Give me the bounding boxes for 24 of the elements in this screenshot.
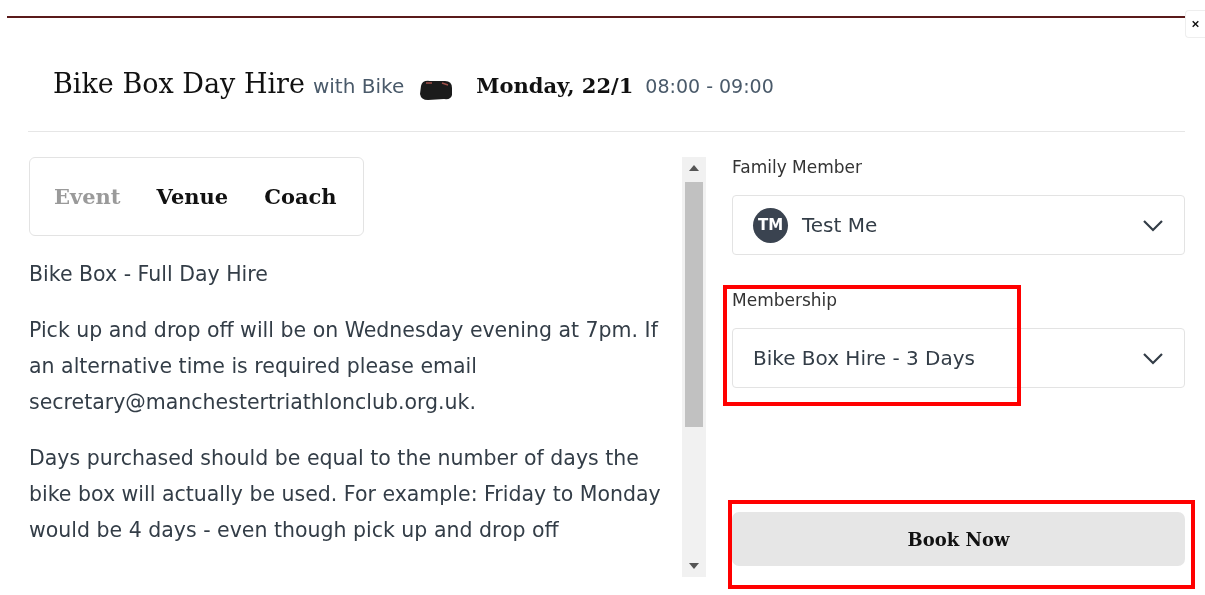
event-date: Monday, 22/1 xyxy=(476,73,634,98)
bag-icon xyxy=(418,78,455,102)
field-label: Family Member xyxy=(732,157,864,177)
close-icon xyxy=(1192,19,1199,29)
avatar-initials: TM xyxy=(753,207,788,243)
tab[interactable]: Coach xyxy=(264,184,337,209)
description-paragraph: Days purchased should be equal to the number of days the bike box will actually be used. For example: Friday to Monday would be 4 days - even though pick up and drop off xyxy=(29,445,661,544)
field-label: Membership xyxy=(732,290,839,310)
tab[interactable]: Venue xyxy=(156,184,229,209)
membership-select[interactable]: Bike Box Hire - 3 Days xyxy=(732,328,1185,388)
scroll-down-icon[interactable] xyxy=(689,563,699,569)
family-member-select[interactable]: TM Test Me xyxy=(732,195,1185,255)
chevron-down-icon xyxy=(1142,351,1164,365)
description-paragraph: Bike Box - Full Day Hire xyxy=(29,261,269,288)
close-button[interactable] xyxy=(1185,10,1205,38)
event-time: 08:00 - 09:00 xyxy=(645,75,774,97)
scroll-thumb[interactable] xyxy=(685,182,703,427)
chevron-down-icon xyxy=(1142,218,1164,232)
with-label: with Bike xyxy=(312,74,405,98)
scrollbar[interactable] xyxy=(682,157,706,577)
description-paragraph: Pick up and drop off will be on Wednesday evening at 7pm. If an alternative time is required please email secretary@manchestertriathlonclub.org.uk. xyxy=(29,317,660,416)
event-title: Bike Box Day Hire xyxy=(53,68,305,99)
scroll-up-icon[interactable] xyxy=(689,165,699,171)
book-now-button[interactable]: Book Now xyxy=(732,512,1185,566)
